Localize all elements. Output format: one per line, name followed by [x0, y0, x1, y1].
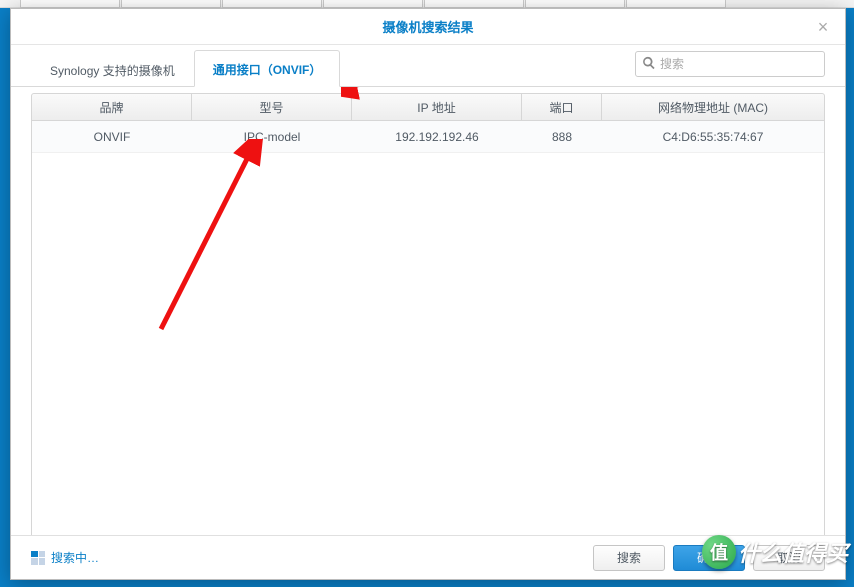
col-brand[interactable]: 品牌: [32, 94, 192, 120]
col-model[interactable]: 型号: [192, 94, 352, 120]
cell-ip: 192.192.192.46: [352, 130, 522, 144]
search-button[interactable]: 搜索: [593, 545, 665, 571]
table-row[interactable]: ONVIF IPC-model 192.192.192.46 888 C4:D6…: [32, 121, 824, 153]
watermark: 值 什么值得买: [702, 535, 848, 569]
watermark-text: 什么值得买: [738, 536, 848, 568]
camera-search-dialog: 摄像机搜索结果 × Synology 支持的摄像机 通用接口（ONVIF） 品牌…: [10, 8, 846, 580]
col-port[interactable]: 端口: [522, 94, 602, 120]
search-input[interactable]: [660, 57, 818, 71]
tab-synology-supported[interactable]: Synology 支持的摄像机: [31, 51, 194, 87]
close-icon[interactable]: ×: [813, 17, 833, 37]
search-icon: [642, 56, 660, 73]
cell-model: IPC-model: [192, 130, 352, 144]
dialog-header: 摄像机搜索结果 ×: [11, 9, 845, 45]
table-header: 品牌 型号 IP 地址 端口 网络物理地址 (MAC): [31, 93, 825, 121]
cell-brand: ONVIF: [32, 130, 192, 144]
tab-bar: Synology 支持的摄像机 通用接口（ONVIF）: [11, 45, 845, 87]
col-mac[interactable]: 网络物理地址 (MAC): [602, 94, 824, 120]
loading-icon: [31, 551, 45, 565]
col-ip[interactable]: IP 地址: [352, 94, 522, 120]
content-area: 品牌 型号 IP 地址 端口 网络物理地址 (MAC) ONVIF IPC-mo…: [11, 87, 845, 535]
table-body[interactable]: ONVIF IPC-model 192.192.192.46 888 C4:D6…: [31, 121, 825, 535]
watermark-badge-icon: 值: [702, 535, 736, 569]
cell-mac: C4:D6:55:35:74:67: [602, 130, 824, 144]
tab-onvif[interactable]: 通用接口（ONVIF）: [194, 50, 341, 87]
search-box[interactable]: [635, 51, 825, 77]
dialog-title: 摄像机搜索结果: [382, 17, 473, 36]
status-text: 搜索中…: [51, 549, 99, 566]
cell-port: 888: [522, 130, 602, 144]
status-area: 搜索中…: [31, 549, 99, 566]
